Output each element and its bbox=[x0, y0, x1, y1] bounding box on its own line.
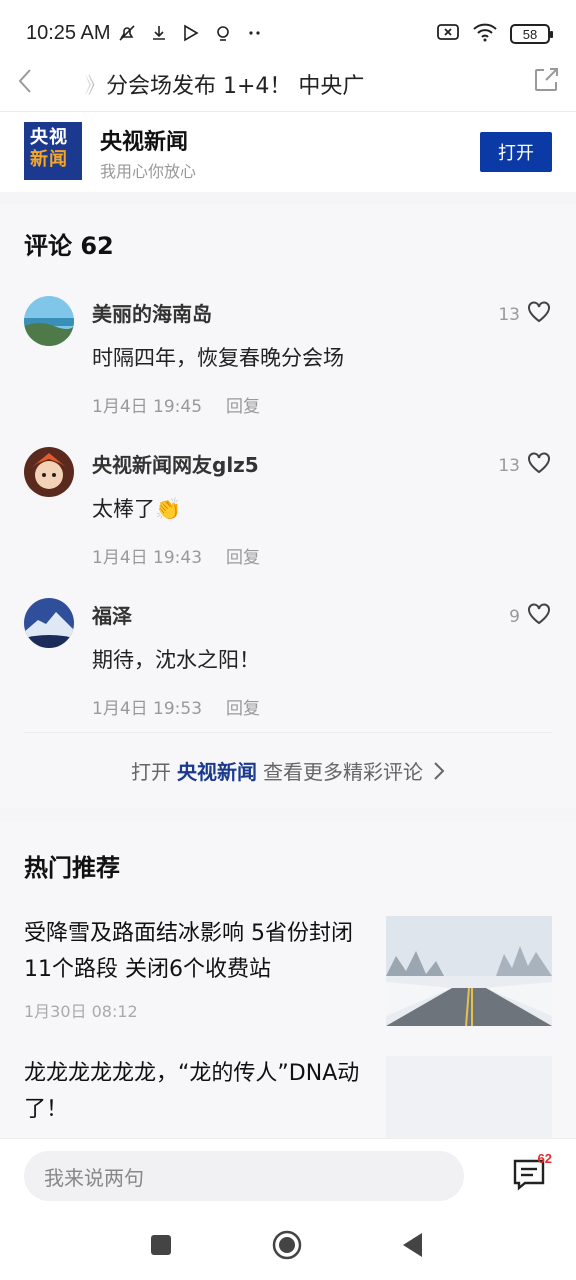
share-icon[interactable] bbox=[532, 66, 560, 94]
more-suffix: 查看更多精彩评论 bbox=[263, 760, 423, 784]
avatar[interactable] bbox=[24, 296, 74, 346]
comments-section: 评论 62 美丽的海南岛 时隔四年，恢复春晚分会场 1月4日 19:45 回复 … bbox=[0, 204, 576, 808]
news-thumbnail bbox=[386, 1056, 552, 1142]
chevron-right-icon bbox=[433, 761, 445, 781]
comment-text: 期待，沈水之阳！ bbox=[92, 648, 260, 672]
comment-meta: 1月4日 19:53 回复 bbox=[92, 694, 260, 719]
comment-author[interactable]: 美丽的海南岛 bbox=[92, 298, 212, 327]
top-nav: 》分会场发布 1+4！ 中央广 bbox=[0, 50, 576, 112]
news-title: 龙龙龙龙龙龙，“龙的传人”DNA动了！ bbox=[24, 1061, 360, 1122]
reply-button[interactable]: 回复 bbox=[226, 543, 260, 568]
status-time: 10:25 AM bbox=[26, 22, 111, 44]
view-more-comments-link[interactable]: 打开 央视新闻 查看更多精彩评论 bbox=[24, 732, 552, 808]
comment-date: 1月4日 19:45 bbox=[92, 397, 203, 417]
news-item[interactable]: 龙龙龙龙龙龙，“龙的传人”DNA动了！ bbox=[24, 1056, 552, 1142]
comment-item: 福泽 期待，沈水之阳！ 1月4日 19:53 回复 9 bbox=[0, 598, 576, 748]
avatar[interactable] bbox=[24, 447, 74, 497]
status-notification-icons bbox=[116, 22, 266, 44]
app-name: 央视新闻 bbox=[100, 130, 189, 155]
like-count: 13 bbox=[498, 455, 520, 476]
comment-bar: 我来说两句 62 bbox=[0, 1138, 576, 1212]
cctv-news-logo: 央视 新闻 bbox=[24, 122, 82, 180]
avatar[interactable] bbox=[24, 598, 74, 648]
hot-recommendations-section: 热门推荐 受降雪及路面结冰影响 5省份封闭11个路段 关闭6个收费站 1月30日… bbox=[0, 822, 576, 1142]
home-icon[interactable] bbox=[272, 1230, 302, 1260]
wifi-icon bbox=[472, 22, 498, 46]
comment-text: 时隔四年，恢复春晚分会场 bbox=[92, 346, 344, 370]
battery-indicator: 58 bbox=[510, 24, 553, 44]
comment-text: 太棒了👏 bbox=[92, 497, 182, 521]
more-dots-icon bbox=[244, 22, 266, 44]
comment-meta: 1月4日 19:43 回复 bbox=[92, 543, 260, 568]
status-right: 58 bbox=[436, 22, 553, 46]
news-title: 受降雪及路面结冰影响 5省份封闭11个路段 关闭6个收费站 bbox=[24, 921, 353, 982]
article-title-text: 》分会场发布 1+4！ 中央广 bbox=[84, 74, 365, 99]
like-count: 9 bbox=[509, 606, 520, 627]
reply-button[interactable]: 回复 bbox=[226, 392, 260, 417]
comment-author[interactable]: 福泽 bbox=[92, 600, 132, 629]
comments-title: 评论 62 bbox=[24, 232, 114, 260]
article-title-marquee: 》分会场发布 1+4！ 中央广 bbox=[84, 68, 494, 100]
comment-input[interactable]: 我来说两句 bbox=[24, 1151, 464, 1201]
location-icon bbox=[212, 22, 234, 44]
app-download-banner: 央视 新闻 央视新闻 我用心你放心 打开 bbox=[0, 112, 576, 192]
back-nav-icon[interactable] bbox=[398, 1230, 428, 1260]
heart-icon bbox=[526, 602, 552, 631]
news-item[interactable]: 受降雪及路面结冰影响 5省份封闭11个路段 关闭6个收费站 1月30日 08:1… bbox=[24, 916, 552, 1036]
sim-off-icon bbox=[436, 22, 460, 46]
back-icon[interactable] bbox=[14, 66, 38, 96]
comment-date: 1月4日 19:53 bbox=[92, 699, 203, 719]
like-button[interactable]: 13 bbox=[498, 300, 552, 329]
comment-meta: 1月4日 19:45 回复 bbox=[92, 392, 260, 417]
news-thumbnail bbox=[386, 916, 552, 1027]
open-app-button[interactable]: 打开 bbox=[480, 132, 552, 172]
like-count: 13 bbox=[498, 304, 520, 325]
system-navigation-bar bbox=[0, 1212, 576, 1280]
download-icon bbox=[148, 22, 170, 44]
news-time: 1月30日 08:12 bbox=[24, 1002, 138, 1021]
play-store-icon bbox=[180, 22, 202, 44]
heart-icon bbox=[526, 300, 552, 329]
like-button[interactable]: 9 bbox=[509, 602, 552, 631]
comment-author[interactable]: 央视新闻网友glz5 bbox=[92, 449, 259, 478]
comment-item: 美丽的海南岛 时隔四年，恢复春晚分会场 1月4日 19:45 回复 13 bbox=[0, 296, 576, 446]
app-slogan: 我用心你放心 bbox=[100, 162, 197, 181]
comment-count-badge: 62 bbox=[537, 1151, 552, 1166]
more-prefix: 打开 bbox=[131, 760, 171, 784]
comment-date: 1月4日 19:43 bbox=[92, 548, 203, 568]
comment-item: 央视新闻网友glz5 太棒了👏 1月4日 19:43 回复 13 bbox=[0, 447, 576, 597]
heart-icon bbox=[526, 451, 552, 480]
like-button[interactable]: 13 bbox=[498, 451, 552, 480]
mute-icon bbox=[116, 22, 138, 44]
reply-button[interactable]: 回复 bbox=[226, 694, 260, 719]
recent-apps-icon[interactable] bbox=[146, 1230, 176, 1260]
hot-title: 热门推荐 bbox=[24, 854, 120, 882]
more-brand: 央视新闻 bbox=[177, 760, 257, 784]
